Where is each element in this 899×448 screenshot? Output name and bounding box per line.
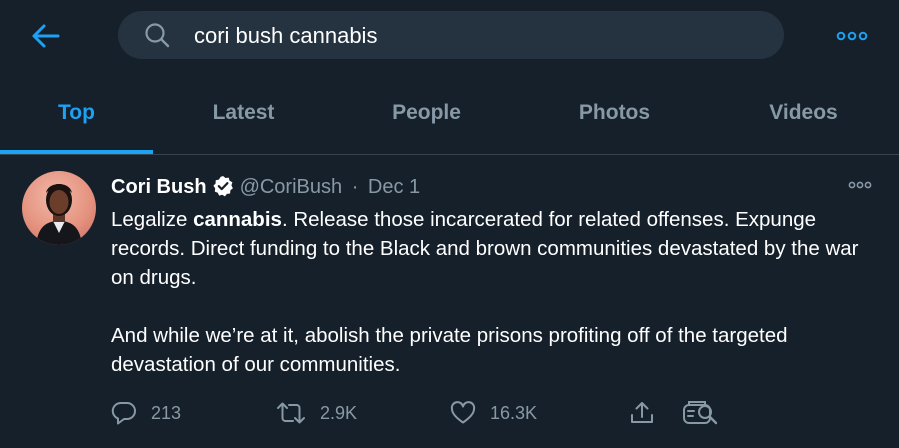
tweet-paragraph: And while we’re at it, abolish the priva… [111,324,788,376]
more-horizontal-icon [836,31,868,41]
active-tab-indicator [0,150,153,154]
tip-jar-icon [683,401,718,425]
heart-icon [450,401,476,424]
tweet-paragraph: Legalize cannabis. Release those incarce… [111,205,881,292]
like-button[interactable]: 16.3K [450,398,537,428]
more-options-button[interactable] [832,22,872,50]
search-icon [145,23,170,48]
avatar[interactable] [22,171,96,245]
avatar-portrait [36,184,82,245]
like-count: 16.3K [490,402,538,423]
author-name[interactable]: Cori Bush [111,176,207,198]
tab-latest[interactable]: Latest [167,72,320,154]
retweet-count: 2.9K [320,402,358,423]
tweet-actions: 213 2.9K 16.3K [111,398,871,428]
retweet-button[interactable]: 2.9K [276,398,357,428]
header-separator: · [351,176,359,198]
tab-photos[interactable]: Photos [538,72,691,154]
more-horizontal-icon [848,181,872,189]
search-tabs: Top Latest People Photos Videos [0,72,899,155]
tweet-header: Cori Bush @CoriBush · Dec 1 [111,175,420,201]
tab-top[interactable]: Top [0,72,153,154]
tab-videos[interactable]: Videos [727,72,880,154]
tweet-text: Legalize cannabis. Release those incarce… [111,205,881,379]
reply-icon [111,401,136,425]
search-keyword-highlight: cannabis [193,208,282,231]
share-icon [631,402,653,423]
top-bar [0,0,899,72]
verified-badge-icon [212,176,233,197]
back-button[interactable] [27,20,63,52]
tab-people[interactable]: People [350,72,503,154]
reply-button[interactable]: 213 [111,398,181,428]
tweet[interactable]: Cori Bush @CoriBush · Dec 1 Legalize can… [0,155,899,448]
tweet-text-part: Legalize [111,208,194,231]
reply-count: 213 [151,402,182,423]
share-button[interactable] [629,398,655,428]
search-input[interactable] [194,23,754,49]
tip-button[interactable] [681,398,719,428]
tweet-more-button[interactable] [846,177,874,193]
author-handle[interactable]: @CoriBush [240,176,343,198]
arrow-left-icon [32,24,60,48]
retweet-icon [277,402,305,424]
search-box[interactable] [118,11,784,59]
tweet-date[interactable]: Dec 1 [368,176,420,198]
